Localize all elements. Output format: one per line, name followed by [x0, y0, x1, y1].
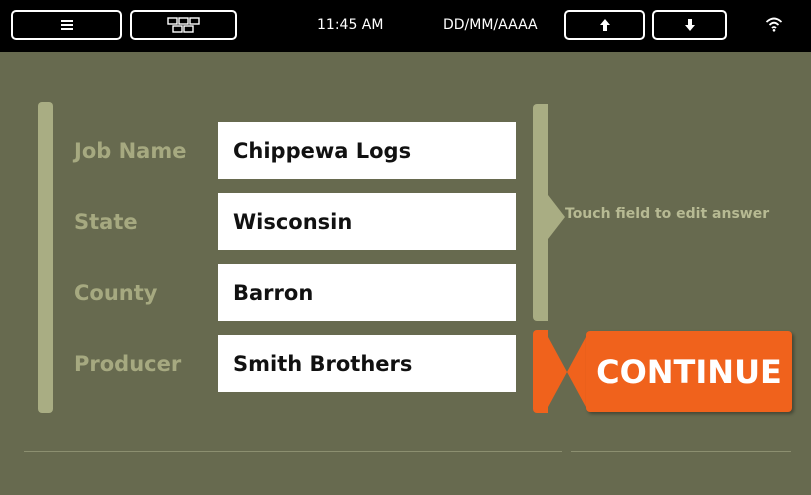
continue-pointer	[548, 337, 567, 407]
scroll-down-button[interactable]	[652, 10, 727, 40]
layout-button[interactable]	[130, 10, 237, 40]
continue-notch	[567, 337, 586, 407]
bottom-divider-left	[24, 451, 562, 452]
status-bar: 11:45 AM DD/MM/AAAA	[0, 0, 811, 52]
menu-button[interactable]	[11, 10, 122, 40]
left-bracket	[38, 102, 53, 413]
continue-bracket	[533, 330, 548, 413]
arrow-up-icon	[599, 19, 610, 31]
label-state: State	[74, 210, 138, 234]
edit-hint: Touch field to edit answer	[565, 206, 770, 222]
field-job-name[interactable]: Chippewa Logs	[218, 122, 516, 179]
field-producer[interactable]: Smith Brothers	[218, 335, 516, 392]
label-county: County	[74, 281, 158, 305]
continue-button[interactable]: CONTINUE	[586, 331, 792, 412]
field-county[interactable]: Barron	[218, 264, 516, 321]
clock-time: 11:45 AM	[317, 17, 384, 33]
label-job-name: Job Name	[74, 139, 187, 163]
bottom-divider-right	[571, 451, 791, 452]
grid-layout-icon	[166, 17, 200, 33]
label-producer: Producer	[74, 352, 182, 376]
right-bracket	[533, 104, 548, 321]
arrow-down-icon	[684, 19, 695, 31]
scroll-up-button[interactable]	[564, 10, 645, 40]
hamburger-menu-icon	[60, 20, 73, 30]
right-bracket-pointer	[548, 195, 565, 239]
date-format: DD/MM/AAAA	[443, 17, 538, 33]
field-state[interactable]: Wisconsin	[218, 193, 516, 250]
wifi-icon[interactable]	[765, 16, 783, 32]
